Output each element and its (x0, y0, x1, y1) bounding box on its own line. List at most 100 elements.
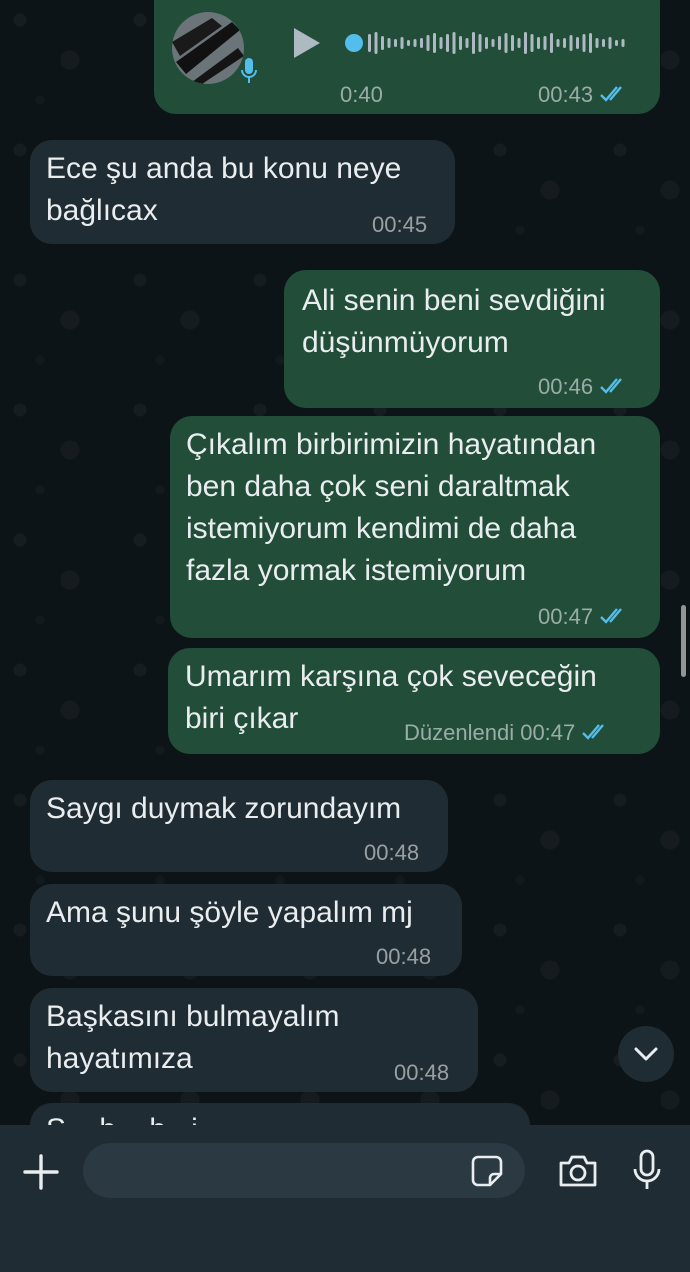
waveform-bar (537, 37, 540, 49)
waveform-bar (459, 36, 462, 50)
scroll-to-bottom-button[interactable] (618, 1026, 674, 1082)
waveform-bar (498, 36, 501, 50)
read-ticks-icon (600, 86, 622, 102)
waveform-bar (381, 36, 384, 50)
scrollbar[interactable] (681, 605, 686, 677)
waveform-bar (504, 33, 508, 53)
waveform-bar (608, 37, 612, 49)
message-time: 00:48 (394, 1060, 450, 1085)
sticker-icon (471, 1155, 503, 1187)
message-text-line: düşünmüyorum (302, 326, 509, 359)
plus-icon (23, 1154, 59, 1190)
message-text-line: Başkasını bulmayalım (46, 1000, 340, 1033)
message-text-line: Çıkalım birbirimizin hayatından (186, 428, 597, 461)
waveform-bar (595, 38, 599, 48)
waveform-bar (400, 37, 404, 49)
message-input[interactable] (83, 1143, 525, 1198)
waveform-bar (530, 34, 534, 52)
camera-button[interactable] (556, 1151, 600, 1191)
message-text-line: istemiyorum kendimi de daha (186, 512, 577, 545)
waveform-bar (439, 37, 443, 49)
message-time: 00:47 (520, 720, 576, 745)
incoming-message[interactable]: Başkasını bulmayalım hayatımıza 00:48 (30, 988, 478, 1092)
message-text-line: Saygı duymak zorundayım (46, 792, 402, 825)
message-text-line: Ama şunu şöyle yapalım mj (46, 896, 413, 929)
message-text-line: Ece şu anda bu konu neye (46, 152, 402, 185)
waveform-bar (563, 38, 566, 48)
outgoing-message[interactable]: Umarım karşına çok seveceğin biri çıkar … (168, 648, 660, 754)
message-text-line: hayatımıza (46, 1042, 193, 1075)
microphone-icon (633, 1149, 661, 1189)
message-time: 00:47 (538, 604, 594, 629)
waveform-bar (407, 40, 410, 46)
waveform-bar (394, 39, 397, 47)
waveform-bar (524, 32, 527, 54)
waveform-bar (413, 39, 417, 47)
waveform-bar (576, 37, 579, 49)
outgoing-message[interactable]: Çıkalım birbirimizin hayatından ben daha… (170, 416, 660, 638)
composer-bar (0, 1125, 690, 1272)
waveform-bar (511, 35, 514, 51)
attach-button[interactable] (20, 1151, 62, 1193)
waveform-bar (621, 39, 625, 47)
camera-icon (559, 1155, 597, 1187)
message-text-line: bağlıcax (46, 194, 158, 227)
read-ticks-icon (600, 378, 622, 394)
microphone-icon (240, 56, 258, 98)
waveform-bar (615, 40, 618, 46)
waveform-bar (550, 33, 553, 53)
incoming-message[interactable]: Saygı duymak zorundayım 00:48 (30, 780, 448, 872)
outgoing-message[interactable]: Ali senin beni sevdiğini düşünmüyorum 00… (284, 270, 660, 408)
voice-message-bubble[interactable]: 0:40 00:43 (154, 0, 660, 114)
waveform-bar (374, 32, 378, 54)
message-text-line: Ali senin beni sevdiğini (302, 284, 606, 317)
waveform-bar (543, 36, 547, 50)
message-text-line: fazla yormak istemiyorum (186, 554, 527, 587)
message-meta: 00:47 (538, 604, 629, 630)
sticker-button[interactable] (469, 1153, 505, 1189)
incoming-message[interactable]: Ece şu anda bu konu neye bağlıcax 00:45 (30, 140, 455, 244)
waveform-bar (420, 38, 423, 48)
edited-label: Düzenlendi (404, 720, 515, 745)
waveform-bar (602, 39, 605, 47)
sender-avatar (172, 12, 244, 84)
chevron-down-icon (634, 1047, 658, 1061)
waveform-bar (569, 35, 573, 51)
waveform-bar (485, 37, 488, 49)
audio-waveform[interactable] (344, 28, 634, 58)
partial-message[interactable]: Ş... b... b...i... (30, 1103, 530, 1125)
play-icon[interactable] (290, 26, 322, 72)
read-ticks-icon (582, 724, 605, 740)
waveform-bar (433, 33, 436, 53)
message-text-line: biri çıkar (185, 702, 299, 735)
waveform-bar (426, 35, 430, 51)
waveform-bar (387, 38, 391, 48)
read-ticks-icon (600, 608, 622, 624)
chat-area[interactable]: 0:40 00:43 Ece şu anda bu konu neye bağl… (0, 0, 690, 1125)
playback-position-dot[interactable] (345, 34, 363, 52)
waveform-bar (472, 32, 475, 54)
message-time: 00:48 (364, 840, 420, 865)
message-text-line: ben daha çok seni daraltmak (186, 470, 570, 503)
waveform-bar (491, 39, 495, 47)
message-time: 00:45 (372, 212, 428, 237)
waveform-bar (556, 39, 560, 47)
waveform-bar (589, 33, 592, 53)
voice-duration: 0:40 (340, 82, 383, 107)
incoming-message[interactable]: Ama şunu şöyle yapalım mj 00:48 (30, 884, 462, 976)
partial-message-text: Ş... b... b...i... (46, 1113, 223, 1125)
message-meta: 00:46 (538, 374, 629, 400)
waveform-bar (465, 38, 469, 48)
message-time: 00:48 (376, 944, 432, 969)
voice-record-button[interactable] (628, 1147, 666, 1193)
waveform-bar (368, 34, 371, 52)
waveform-bar (446, 34, 449, 52)
waveform-bar (517, 38, 521, 48)
waveform-bar (452, 32, 456, 54)
waveform-bar (582, 34, 586, 52)
voice-time: 00:43 (538, 82, 629, 108)
message-time: 00:43 (538, 82, 594, 107)
message-time: 00:46 (538, 374, 594, 399)
waveform-bar (478, 34, 482, 52)
message-text-line: Umarım karşına çok seveceğin (185, 660, 597, 693)
